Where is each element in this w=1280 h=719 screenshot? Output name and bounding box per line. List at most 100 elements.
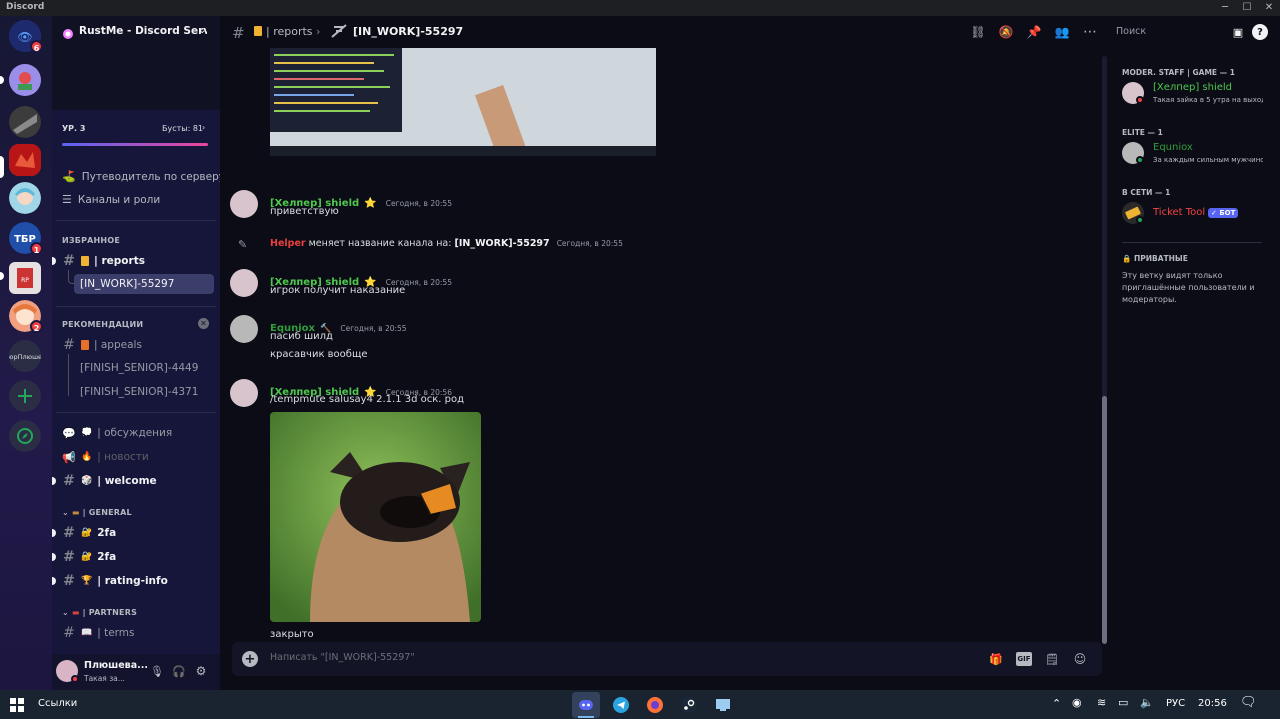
more-icon[interactable]: ⋯	[1082, 24, 1098, 40]
username[interactable]: Плюшева...	[84, 660, 148, 671]
search-placeholder: Поиск	[1116, 26, 1147, 37]
channel-rating-info[interactable]: # 🏆 | rating-info	[52, 571, 214, 591]
member-name[interactable]: [Хелпер] shield	[1153, 82, 1232, 93]
server-icon[interactable]	[9, 106, 41, 138]
thread-finish-senior[interactable]: [FINISH_SENIOR]-4449	[80, 358, 218, 378]
gear-icon[interactable]: ⚙	[194, 664, 208, 678]
member-name[interactable]: Equniox	[1153, 142, 1193, 153]
wifi-icon[interactable]: ≋	[1097, 696, 1106, 709]
dog-image-attachment[interactable]	[270, 412, 481, 622]
avatar[interactable]	[230, 315, 258, 343]
threads-icon[interactable]: ⛓	[970, 24, 986, 40]
chevron-up-icon[interactable]: ⌃	[1052, 697, 1061, 710]
channel-2fa[interactable]: # 🔐 2fa	[52, 523, 214, 543]
message-composer[interactable]: + Написать "[IN_WORK]-55297" 🎁 GIF 🗒 ☺	[232, 642, 1102, 676]
unread-pill	[0, 76, 4, 84]
category-favorites[interactable]: ИЗБРАННОЕ	[62, 236, 120, 245]
close-icon[interactable]: ✕	[1260, 0, 1278, 16]
hash-icon: #	[232, 24, 245, 42]
scroll-thumb[interactable]	[1102, 396, 1107, 644]
server-header[interactable]: RustMe - Discord Serve ⌄	[52, 16, 220, 110]
private-text-line: модераторы.	[1122, 295, 1177, 304]
channel-label: | reports	[94, 255, 145, 267]
server-icon[interactable]	[9, 182, 41, 214]
channel-2fa[interactable]: # 🔐 2fa	[52, 547, 214, 567]
avatar[interactable]	[230, 379, 258, 407]
category-general[interactable]: ⌄ ▬ | GENERAL	[62, 508, 132, 517]
gif-icon[interactable]: GIF	[1016, 652, 1032, 666]
pencil-icon: ✎	[238, 238, 248, 251]
minimize-icon[interactable]: ─	[1216, 0, 1234, 16]
category-label: | GENERAL	[82, 508, 132, 517]
gift-icon[interactable]: 🎁	[988, 651, 1004, 667]
message-text: красавчик вообще	[270, 349, 368, 360]
battery-icon[interactable]: ▭	[1118, 696, 1128, 709]
breadcrumb-channel[interactable]: | reports	[266, 25, 313, 38]
member-name[interactable]: Ticket Tool	[1153, 207, 1205, 218]
server-icon[interactable]	[9, 64, 41, 96]
members-icon[interactable]: 👥	[1054, 24, 1070, 40]
screenshot-attachment[interactable]	[270, 48, 656, 156]
star-icon: ⭐	[364, 198, 377, 209]
volume-icon[interactable]: 🔈	[1140, 696, 1154, 709]
input-language[interactable]: РУС	[1166, 698, 1185, 709]
unread-pill	[52, 529, 56, 537]
add-attachment-icon[interactable]: +	[242, 651, 258, 667]
signpost-icon: ⛳	[62, 170, 76, 183]
boost-count: Бусты: 81	[162, 124, 204, 133]
add-server-button[interactable]	[9, 380, 41, 412]
channel-appeals[interactable]: # | appeals	[62, 335, 214, 355]
server-guide-link[interactable]: ⛳ Путеводитель по серверу	[62, 170, 225, 183]
channel-reports[interactable]: # | reports	[52, 251, 214, 271]
thread-icon	[330, 23, 348, 39]
hash-icon: #	[63, 625, 75, 641]
thread-in-work[interactable]: [IN_WORK]-55297	[74, 274, 214, 294]
system-author[interactable]: Helper	[270, 238, 306, 249]
remote-desktop-icon[interactable]	[712, 694, 734, 716]
server-icon[interactable]: юрПлюше	[9, 340, 41, 372]
avatar[interactable]	[230, 269, 258, 297]
thread-finish-senior[interactable]: [FINISH_SENIOR]-4371	[80, 382, 218, 402]
discord-tray-icon[interactable]: ◉	[1072, 696, 1082, 709]
emoji-icon[interactable]: ☺	[1072, 651, 1088, 667]
steam-icon[interactable]	[678, 694, 700, 716]
avatar[interactable]	[230, 190, 258, 218]
private-text-line: Эту ветку видят только	[1122, 271, 1223, 280]
server-icon[interactable]: RP	[9, 262, 41, 294]
close-icon[interactable]: ✕	[198, 318, 209, 329]
unread-pill	[52, 577, 56, 585]
maximize-icon[interactable]: ☐	[1238, 0, 1256, 16]
channel-news[interactable]: 📢 🔥 | новости	[62, 447, 214, 467]
chevron-down-icon[interactable]: ⌄	[198, 25, 206, 36]
telegram-icon[interactable]	[610, 694, 632, 716]
mute-bell-icon[interactable]: 🔕	[998, 24, 1014, 40]
windows-start-icon[interactable]	[6, 694, 28, 716]
channel-label: | обсуждения	[97, 427, 173, 439]
search-input[interactable]: Поиск ⌕	[1110, 23, 1240, 41]
taskbar-clock[interactable]: 20:56	[1198, 698, 1227, 709]
sticker-icon[interactable]: 🗒	[1044, 651, 1060, 667]
svg-text:RP: RP	[21, 277, 29, 284]
channel-discussions[interactable]: 💬 💭 | обсуждения	[62, 423, 214, 443]
channel-terms[interactable]: # 📖 | terms	[62, 623, 214, 643]
book-icon: 📖	[81, 628, 93, 638]
help-icon[interactable]: ?	[1252, 24, 1268, 40]
channels-roles-link[interactable]: ☰ Каналы и роли	[62, 193, 160, 206]
notifications-icon[interactable]: 🗨	[1240, 695, 1257, 710]
chevron-down-icon: ⌄	[62, 608, 69, 617]
microphone-icon[interactable]: 🎙	[150, 664, 164, 678]
scrollbar[interactable]	[1102, 56, 1107, 644]
pin-icon[interactable]: 📌	[1026, 24, 1042, 40]
discord-taskbar-icon[interactable]	[572, 692, 600, 718]
channel-welcome[interactable]: # 🎲 | welcome	[52, 471, 214, 491]
category-recommendations[interactable]: РЕКОМЕНДАЦИИ	[62, 320, 143, 329]
server-icon[interactable]	[9, 144, 41, 176]
divider	[56, 220, 216, 221]
firefox-icon[interactable]	[644, 694, 666, 716]
category-partners[interactable]: ⌄ ▬ | PARTNERS	[62, 608, 137, 617]
member-status: За каждым сильным мужчиной	[1153, 156, 1263, 164]
headphones-icon[interactable]: 🎧	[172, 664, 186, 678]
explore-servers-button[interactable]	[9, 420, 41, 452]
taskbar-links[interactable]: Ссылки	[38, 698, 77, 709]
inbox-icon[interactable]: ▣	[1230, 24, 1246, 40]
